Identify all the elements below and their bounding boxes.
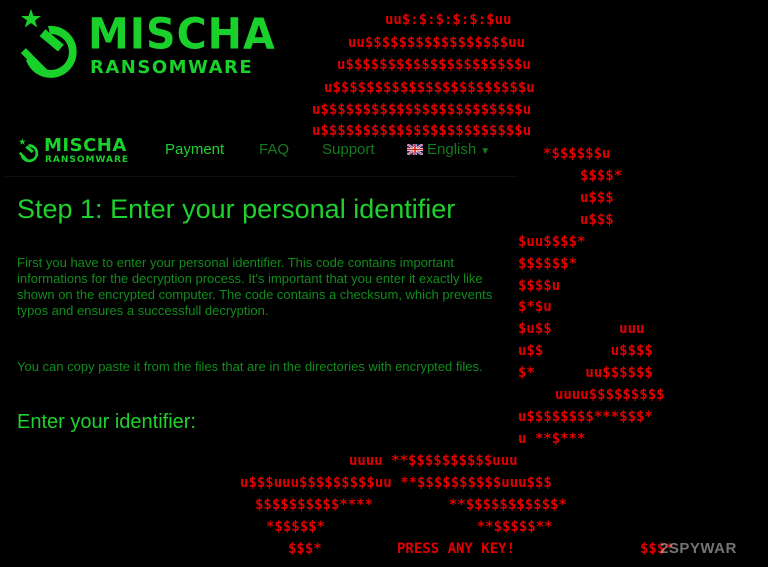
ascii-line: uu$$$$$$$$$$$$$$$$$uu [348, 35, 526, 51]
instructions-paragraph: First you have to enter your personal id… [17, 255, 493, 318]
ascii-line: u$$$$$$$$***$$$* [518, 409, 653, 425]
ascii-line: $u$$ uuu [518, 321, 645, 337]
chevron-down-icon: ▼ [480, 146, 491, 157]
logo-subtitle: RANSOMWARE [90, 57, 254, 78]
ascii-line: $uu$$$$* [518, 234, 586, 250]
ascii-line: u$$$$$$$$$$$$$$$$$$$$$$$u [324, 80, 535, 96]
payment-site-window: MISCHA RANSOMWARE Payment FAQ Support En… [5, 128, 517, 433]
ascii-line: u$$$$$$$$$$$$$$$$$$$$$u [337, 57, 531, 73]
nav-logo-title: MISCHA [44, 135, 127, 156]
nav-logo[interactable]: MISCHA RANSOMWARE [17, 136, 137, 168]
nav-payment-link[interactable]: Payment [165, 141, 224, 158]
ascii-line: $*$u [518, 299, 552, 315]
star-icon [21, 9, 41, 28]
nav-logo-subtitle: RANSOMWARE [45, 155, 130, 165]
nav-support-link[interactable]: Support [322, 141, 375, 158]
watermark: 2SPYWAR [660, 540, 737, 557]
ascii-line: uu$:$:$:$:$:$uu [385, 12, 512, 28]
ascii-line: u$$$uuu$$$$$$$$$uu **$$$$$$$$$$uuu$$$ [240, 475, 552, 491]
mischa-logo: MISCHA RANSOMWARE [18, 8, 275, 83]
hammer-sickle-icon [20, 9, 77, 78]
ascii-line: u$$$$$$$$$$$$$$$$$$$$$$$$u [312, 102, 532, 118]
logo-title: MISCHA [88, 8, 276, 60]
ascii-line: $$$* [288, 541, 322, 557]
ascii-line: u$$ u$$$$ [518, 343, 653, 359]
ascii-line: $$$$$$$$$$**** **$$$$$$$$$$$* [255, 497, 567, 513]
top-nav: MISCHA RANSOMWARE Payment FAQ Support En… [5, 128, 517, 177]
ascii-line: $$$$u [518, 278, 561, 294]
ascii-line: uuuu$$$$$$$$$ [555, 387, 665, 403]
ascii-line: $$$$$$* [518, 256, 578, 272]
copy-hint-paragraph: You can copy paste it from the files tha… [17, 359, 483, 374]
ascii-line: u$$$ [580, 212, 614, 228]
ascii-line: uuuu **$$$$$$$$$$uuu [349, 453, 518, 469]
ascii-line: u **$*** [518, 431, 586, 447]
language-label: English [427, 141, 477, 158]
press-any-key-prompt: PRESS ANY KEY! [397, 541, 516, 557]
hammer-sickle-icon [18, 138, 39, 163]
ascii-line: u$$$ [580, 190, 614, 206]
ascii-line: *$$$$$* **$$$$$** [266, 519, 553, 535]
nav-faq-link[interactable]: FAQ [259, 141, 289, 158]
ascii-line: *$$$$$$u [543, 146, 611, 162]
uk-flag-icon [407, 144, 423, 155]
ascii-line: $* uu$$$$$$ [518, 365, 653, 381]
language-selector[interactable]: English ▼ [407, 141, 490, 158]
page-title: Step 1: Enter your personal identifier [17, 194, 456, 224]
identifier-label: Enter your identifier: [17, 411, 196, 433]
ascii-line: $$$$* [580, 168, 623, 184]
